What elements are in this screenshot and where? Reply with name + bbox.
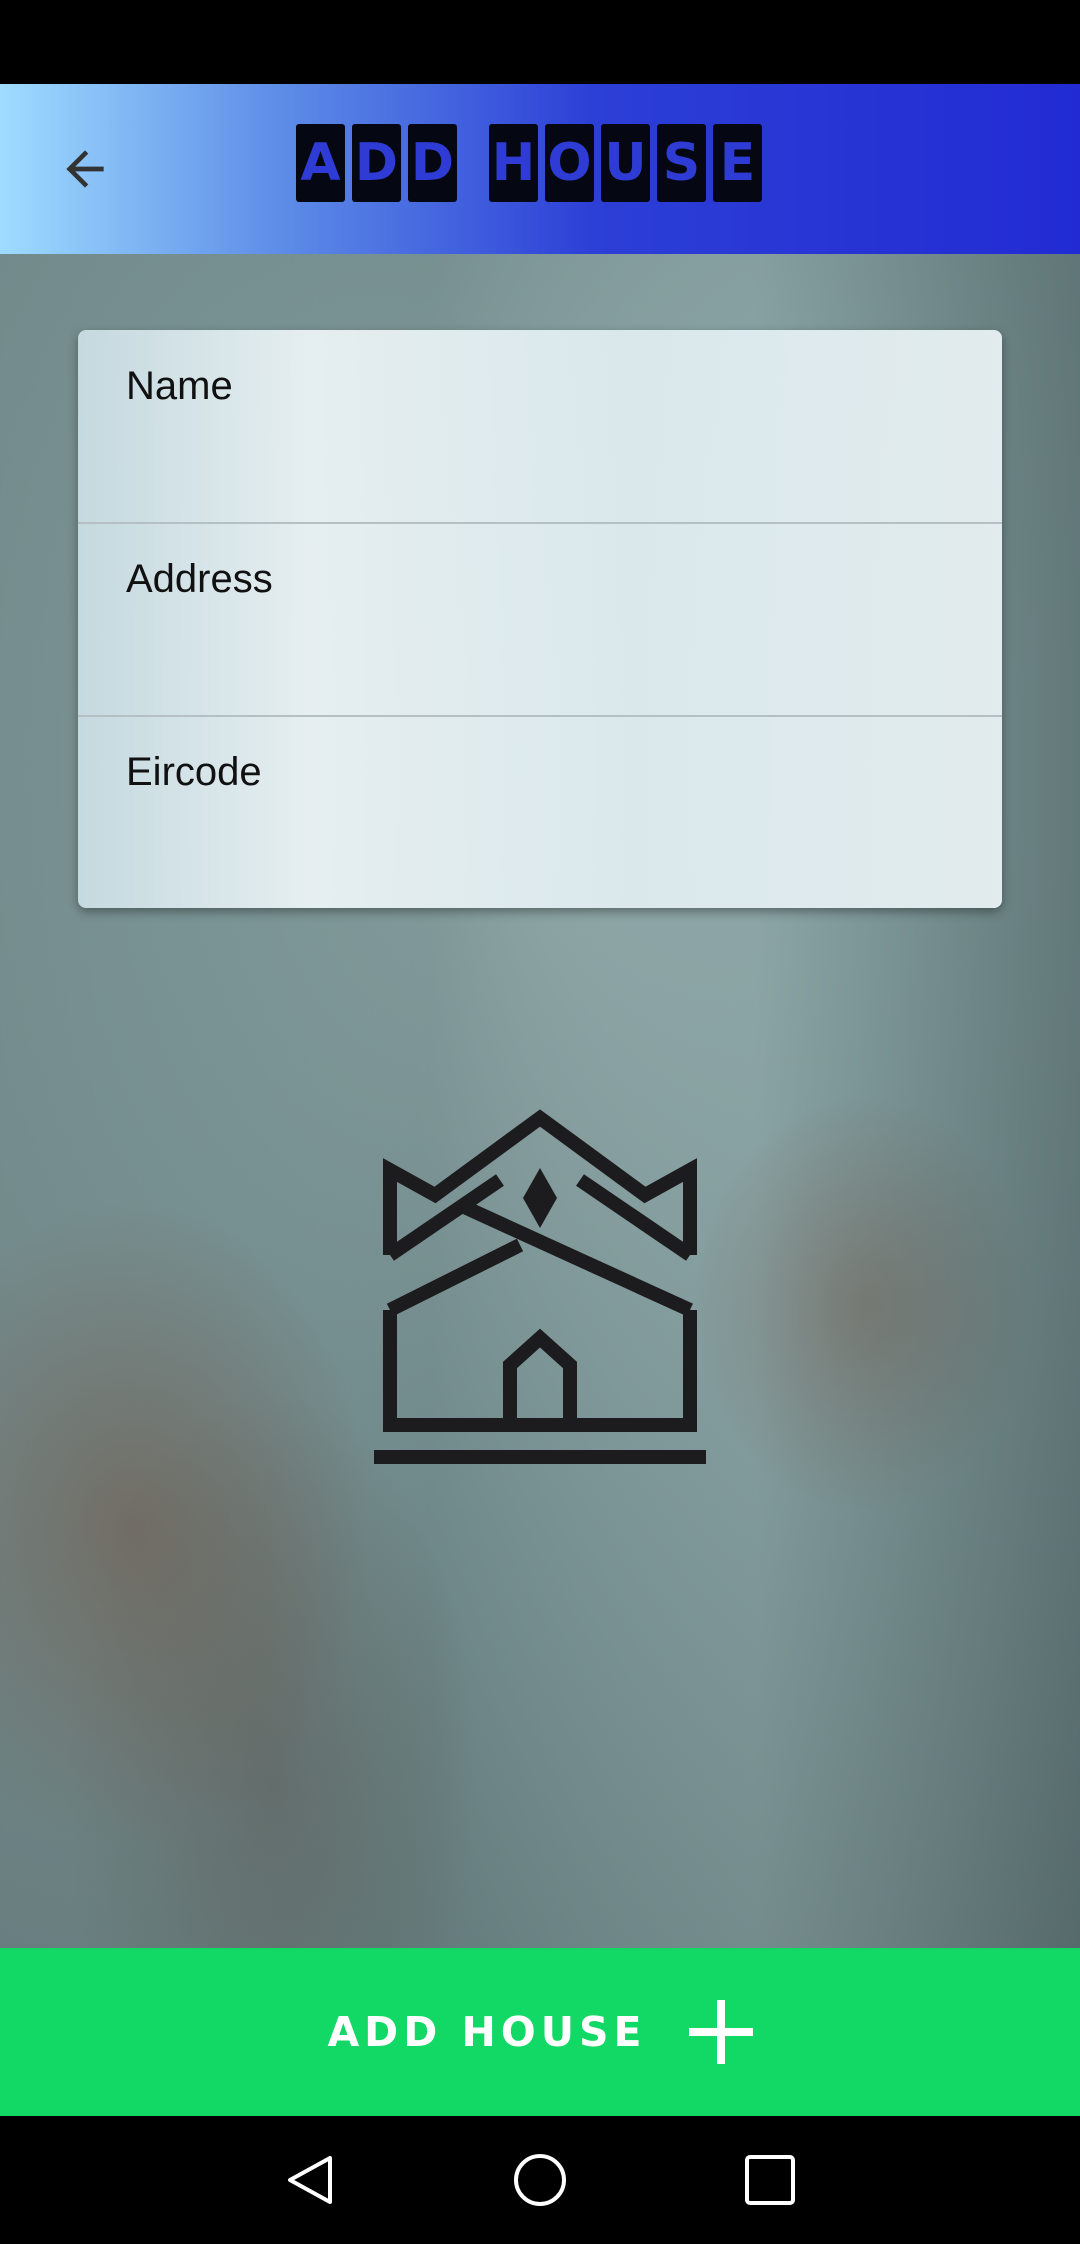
name-field-label: Name (126, 364, 233, 408)
house-logo-icon (374, 1109, 706, 1464)
app-bar: ADD HOUSE (0, 84, 1080, 254)
eircode-field[interactable]: Eircode (78, 716, 1002, 908)
system-nav-bar (0, 2116, 1080, 2244)
title-letter-tile: S (657, 124, 706, 202)
address-field[interactable]: Address (78, 523, 1002, 717)
back-button[interactable] (40, 124, 130, 214)
address-field-label: Address (126, 557, 273, 601)
house-form-card: Name Address Eircode (78, 330, 1002, 908)
title-letter-tile: A (296, 124, 345, 202)
nav-back-button[interactable] (274, 2144, 346, 2216)
add-house-button-label: ADD HOUSE (327, 2008, 647, 2056)
title-letter-tile: E (713, 124, 762, 202)
plus-icon (688, 2000, 753, 2064)
add-house-button[interactable]: ADD HOUSE (0, 1948, 1080, 2116)
title-letter-tile: D (352, 124, 401, 202)
status-bar (0, 0, 1080, 84)
title-letter-tile (464, 124, 482, 202)
title-letter-tile: U (601, 124, 650, 202)
page-title: ADD HOUSE (296, 124, 762, 202)
add-house-screen: ADD HOUSE Name Address Eircode ADD HOUSE (0, 0, 1080, 2244)
nav-recents-icon (745, 2155, 795, 2205)
nav-recents-button[interactable] (734, 2144, 806, 2216)
nav-home-button[interactable] (504, 2144, 576, 2216)
title-letter-tile: O (545, 124, 594, 202)
title-letter-tile: H (489, 124, 538, 202)
arrow-left-icon (66, 150, 104, 188)
eircode-field-label: Eircode (126, 750, 262, 794)
title-letter-tile: D (408, 124, 457, 202)
nav-home-icon (514, 2154, 566, 2206)
nav-back-icon (288, 2156, 332, 2204)
name-field[interactable]: Name (78, 330, 1002, 524)
